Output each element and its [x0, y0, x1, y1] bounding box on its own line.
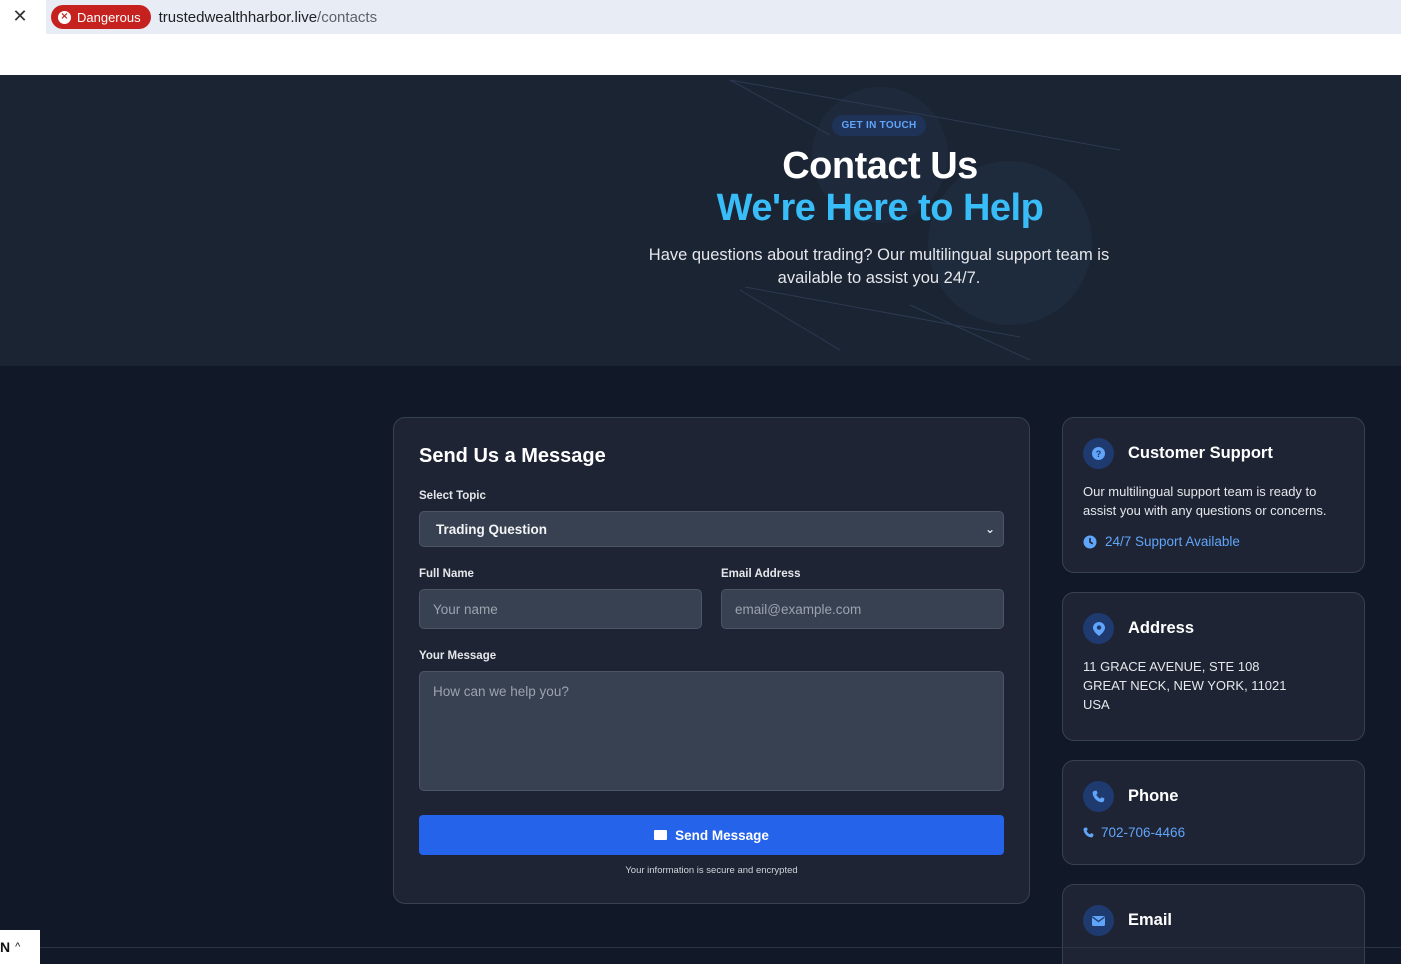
help-icon: ?	[1083, 438, 1114, 469]
security-warning-badge[interactable]: × Dangerous	[51, 5, 151, 29]
address-line-2: GREAT NECK, NEW YORK, 11021	[1083, 678, 1287, 693]
page-title-accent: We're Here to Help	[716, 187, 1044, 229]
topic-select-value: Trading Question	[436, 521, 548, 537]
footer-divider	[0, 947, 1401, 948]
language-selector[interactable]: N ^	[0, 930, 40, 964]
message-placeholder: How can we help you?	[433, 684, 569, 699]
url-path: /contacts	[317, 8, 378, 26]
address-title: Address	[1128, 619, 1195, 637]
form-title: Send Us a Message	[419, 445, 606, 467]
send-message-label: Send Message	[675, 827, 769, 843]
chevron-down-icon: ⌄	[984, 522, 995, 536]
url-text[interactable]: trustedwealthharbor.live/contacts	[159, 9, 377, 26]
phone-small-icon	[1083, 827, 1094, 838]
language-code: N	[0, 939, 11, 955]
full-name-input[interactable]: Your name	[419, 589, 702, 629]
phone-link[interactable]: 702-706-4466	[1083, 825, 1185, 840]
page-header-strip	[0, 34, 1401, 75]
message-label: Your Message	[419, 650, 497, 662]
clock-icon	[1083, 535, 1097, 548]
message-textarea[interactable]: How can we help you?	[419, 671, 1004, 791]
envelope-icon	[654, 830, 668, 840]
email-input[interactable]: email@example.com	[721, 589, 1004, 629]
phone-card: Phone 702-706-4466	[1062, 760, 1365, 865]
chevron-up-icon: ^	[15, 941, 21, 953]
map-pin-icon	[1083, 613, 1114, 644]
contact-form-card: Send Us a Message Select Topic Trading Q…	[393, 417, 1030, 904]
support-availability-label: 24/7 Support Available	[1105, 534, 1240, 549]
email-placeholder: email@example.com	[735, 601, 862, 617]
email-label: Email Address	[721, 568, 801, 580]
browser-toolbar: ✕ × Dangerous trustedwealthharbor.live/c…	[0, 0, 1401, 34]
email-card: Email	[1062, 884, 1365, 964]
phone-icon	[1083, 781, 1114, 812]
security-warning-label: Dangerous	[77, 9, 141, 25]
danger-icon: ×	[58, 10, 71, 24]
address-bar[interactable]: × Dangerous trustedwealthharbor.live/con…	[46, 0, 1401, 34]
topic-select[interactable]: Trading Question ⌄	[419, 511, 1004, 547]
close-icon[interactable]: ✕	[10, 6, 30, 27]
address-card: Address 11 GRACE AVENUE, STE 108 GREAT N…	[1062, 592, 1365, 741]
svg-text:?: ?	[1096, 449, 1102, 459]
customer-support-title: Customer Support	[1128, 444, 1273, 462]
topic-label: Select Topic	[419, 490, 486, 502]
address-line-1: 11 GRACE AVENUE, STE 108	[1083, 659, 1260, 674]
hero-subtitle: Have questions about trading? Our multil…	[648, 246, 1110, 287]
mail-icon	[1083, 905, 1114, 936]
customer-support-card: ? Customer Support Our multilingual supp…	[1062, 417, 1365, 573]
security-note: Your information is secure and encrypted	[625, 865, 798, 876]
full-name-placeholder: Your name	[433, 601, 498, 617]
full-name-label: Full Name	[419, 568, 474, 580]
url-domain: trustedwealthharbor.live	[158, 8, 318, 26]
page-title: Contact Us	[782, 145, 978, 187]
email-title: Email	[1128, 911, 1173, 929]
support-availability: 24/7 Support Available	[1083, 534, 1240, 549]
phone-title: Phone	[1128, 787, 1179, 805]
get-in-touch-badge: GET IN TOUCH	[832, 115, 926, 136]
phone-number: 702-706-4466	[1101, 825, 1186, 840]
send-message-button[interactable]: Send Message	[419, 815, 1004, 855]
address-line-3: USA	[1083, 697, 1110, 712]
customer-support-text: Our multilingual support team is ready t…	[1083, 484, 1327, 518]
